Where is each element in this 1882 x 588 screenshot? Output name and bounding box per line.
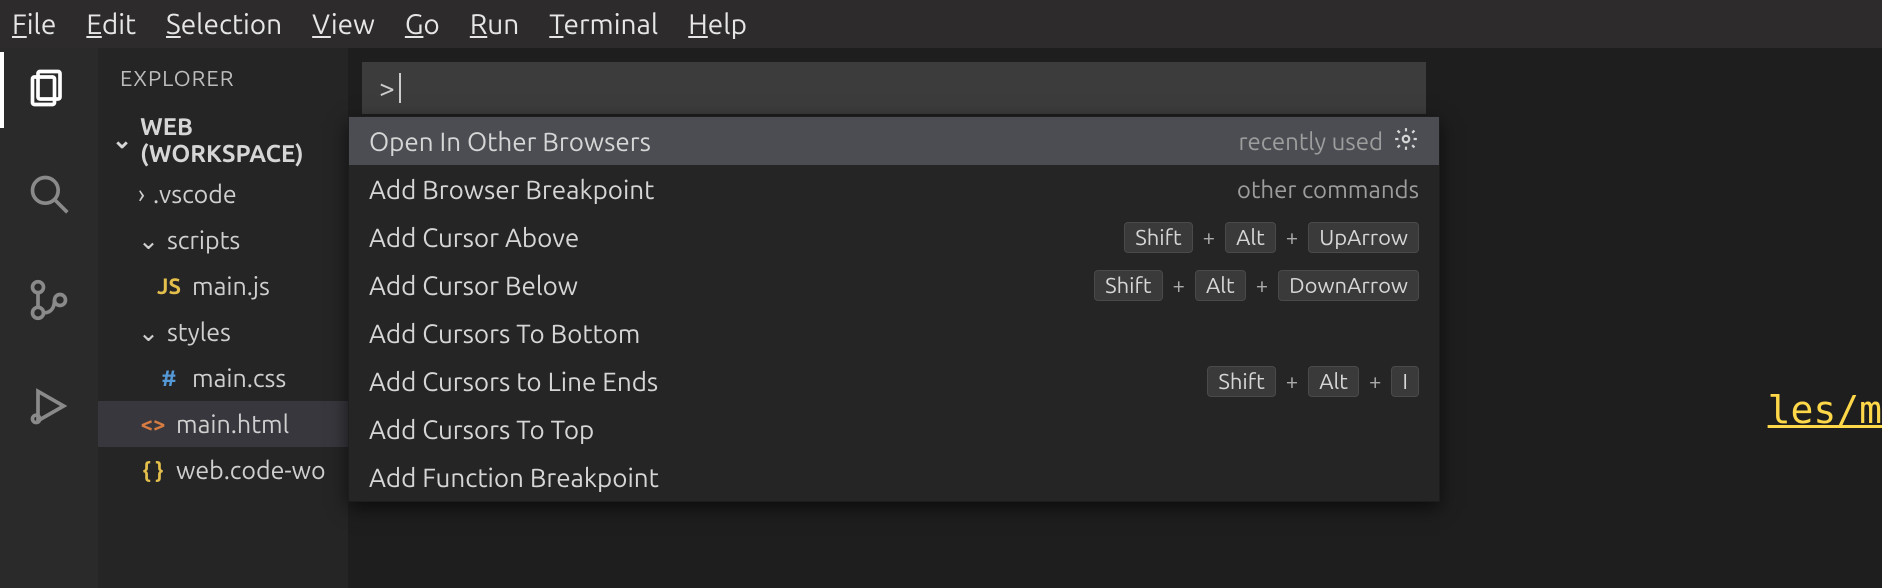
- menu-go[interactable]: Go: [405, 9, 440, 40]
- command-label: Add Browser Breakpoint: [369, 175, 654, 204]
- hint-recently-used: recently used: [1238, 128, 1383, 155]
- keycap: Alt: [1308, 366, 1359, 397]
- command-palette-item[interactable]: Add Cursor Below Shift + Alt + DownArrow: [349, 261, 1439, 309]
- command-label: Add Cursors To Top: [369, 415, 594, 444]
- sidebar-title: EXPLORER: [98, 48, 348, 109]
- file-row[interactable]: { } web.code-wo: [98, 447, 348, 493]
- tree-item-label: styles: [167, 318, 231, 346]
- command-label: Add Cursor Below: [369, 271, 578, 300]
- menubar: File Edit Selection View Go Run Terminal…: [0, 0, 1882, 48]
- command-right: Shift + Alt + UpArrow: [1124, 222, 1419, 253]
- editor-area: > Open In Other Browsers recently used Add…: [348, 48, 1882, 588]
- command-palette-item[interactable]: Add Cursors To Top: [349, 405, 1439, 453]
- command-right: Shift + Alt + I: [1207, 366, 1419, 397]
- sidebar-section-header[interactable]: ⌄ WEB (WORKSPACE): [98, 109, 348, 171]
- chevron-down-icon: ⌄: [138, 226, 159, 255]
- command-label: Add Cursors To Bottom: [369, 319, 640, 348]
- command-palette-list: Open In Other Browsers recently used Add B…: [348, 116, 1440, 502]
- explorer-sidebar: EXPLORER ⌄ WEB (WORKSPACE) › .vscode ⌄ scri…: [98, 48, 348, 588]
- chevron-down-icon: ⌄: [138, 318, 159, 347]
- command-right: Shift + Alt + DownArrow: [1094, 270, 1419, 301]
- menu-terminal[interactable]: Terminal: [549, 9, 658, 40]
- key-plus: +: [1256, 273, 1268, 298]
- command-right: other commands: [1237, 176, 1419, 203]
- keycap: DownArrow: [1278, 270, 1419, 301]
- command-label: Add Function Breakpoint: [369, 463, 659, 492]
- hint-other-commands: other commands: [1237, 176, 1419, 203]
- keycap: Alt: [1195, 270, 1246, 301]
- search-icon: [27, 172, 71, 220]
- command-palette: > Open In Other Browsers recently used Add…: [348, 48, 1440, 502]
- folder-row[interactable]: ⌄ scripts: [98, 217, 348, 263]
- sidebar-section-label: WEB (WORKSPACE): [140, 113, 340, 167]
- command-palette-input[interactable]: >: [362, 62, 1426, 114]
- key-plus: +: [1369, 369, 1381, 394]
- menu-help[interactable]: Help: [688, 9, 747, 40]
- key-plus: +: [1286, 369, 1298, 394]
- editor-code-fragment: les/m: [1768, 388, 1882, 432]
- command-label: Add Cursor Above: [369, 223, 579, 252]
- tree-item-label: scripts: [167, 226, 240, 254]
- activity-explorer[interactable]: [0, 66, 98, 114]
- menu-file[interactable]: File: [12, 9, 56, 40]
- file-type-icon: { }: [138, 458, 168, 483]
- tree-item-label: main.css: [192, 364, 286, 392]
- command-label: Open In Other Browsers: [369, 127, 651, 156]
- menu-view[interactable]: View: [312, 9, 375, 40]
- tree-item-label: main.js: [192, 272, 270, 300]
- tree-item-label: main.html: [176, 410, 289, 438]
- run-debug-icon: [27, 384, 71, 432]
- folder-row[interactable]: ⌄ styles: [98, 309, 348, 355]
- command-palette-item[interactable]: Add Browser Breakpoint other commands: [349, 165, 1439, 213]
- chevron-right-icon: ›: [138, 180, 145, 208]
- key-plus: +: [1286, 225, 1298, 250]
- keycap: UpArrow: [1308, 222, 1419, 253]
- activitybar: [0, 48, 98, 588]
- file-type-icon: JS: [154, 274, 184, 299]
- activity-search[interactable]: [0, 172, 98, 220]
- command-palette-item[interactable]: Add Cursors to Line Ends Shift + Alt + I: [349, 357, 1439, 405]
- key-plus: +: [1203, 225, 1215, 250]
- file-row[interactable]: JS main.js: [98, 263, 348, 309]
- file-row[interactable]: # main.css: [98, 355, 348, 401]
- command-palette-prefix: >: [379, 73, 395, 104]
- keycap: Shift: [1207, 366, 1275, 397]
- command-palette-item[interactable]: Add Cursors To Bottom: [349, 309, 1439, 357]
- file-type-icon: <>: [138, 412, 168, 437]
- keycap: Shift: [1124, 222, 1192, 253]
- command-palette-item[interactable]: Add Cursor Above Shift + Alt + UpArrow: [349, 213, 1439, 261]
- file-type-icon: #: [154, 366, 184, 391]
- command-right: recently used: [1238, 126, 1419, 157]
- file-row[interactable]: <> main.html: [98, 401, 348, 447]
- command-palette-item[interactable]: Add Function Breakpoint: [349, 453, 1439, 501]
- keycap: I: [1391, 366, 1419, 397]
- command-label: Add Cursors to Line Ends: [369, 367, 658, 396]
- text-cursor: [399, 73, 401, 103]
- command-palette-item[interactable]: Open In Other Browsers recently used: [349, 117, 1439, 165]
- tree-item-label: .vscode: [153, 180, 237, 208]
- menu-edit[interactable]: Edit: [86, 9, 136, 40]
- chevron-down-icon: ⌄: [112, 126, 132, 154]
- explorer-icon: [27, 66, 71, 114]
- menu-selection[interactable]: Selection: [166, 9, 282, 40]
- key-plus: +: [1173, 273, 1185, 298]
- folder-row[interactable]: › .vscode: [98, 171, 348, 217]
- tree-item-label: web.code-wo: [176, 456, 326, 484]
- source-control-icon: [27, 278, 71, 326]
- activity-run-debug[interactable]: [0, 384, 98, 432]
- gear-icon[interactable]: [1393, 126, 1419, 157]
- menu-run[interactable]: Run: [470, 9, 519, 40]
- keycap: Shift: [1094, 270, 1162, 301]
- keycap: Alt: [1225, 222, 1276, 253]
- file-tree: › .vscode ⌄ scripts JS main.js ⌄ styles # main.cs…: [98, 171, 348, 493]
- activity-source-control[interactable]: [0, 278, 98, 326]
